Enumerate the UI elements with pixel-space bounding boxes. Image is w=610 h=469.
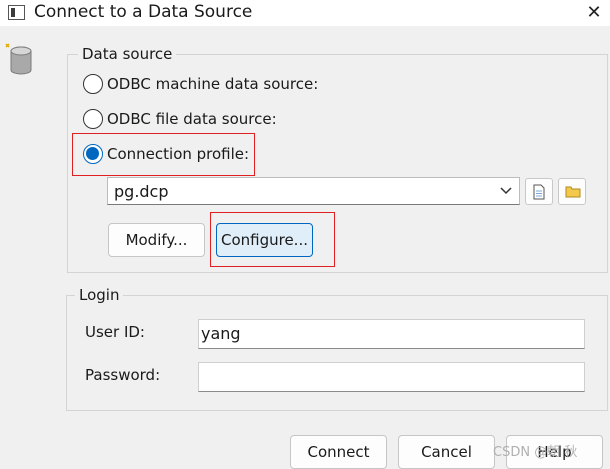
user-id-field[interactable]: yang <box>198 319 585 349</box>
close-icon[interactable]: ✕ <box>578 0 610 26</box>
radio-odbc-file[interactable]: ODBC file data source: <box>83 107 277 131</box>
radio-odbc-machine[interactable]: ODBC machine data source: <box>83 72 318 96</box>
new-profile-button[interactable] <box>525 178 553 205</box>
watermark: CSDN @朝 秋 <box>493 445 578 460</box>
password-field[interactable] <box>198 362 585 392</box>
open-profile-button[interactable] <box>558 178 586 205</box>
login-group <box>66 295 608 411</box>
cancel-button[interactable]: Cancel <box>398 435 495 469</box>
configure-button[interactable]: Configure... <box>216 223 313 257</box>
radio-button[interactable] <box>83 109 103 129</box>
radio-button[interactable] <box>83 144 103 164</box>
radio-label: ODBC machine data source: <box>107 75 319 93</box>
modify-button[interactable]: Modify... <box>108 223 205 257</box>
radio-label: Connection profile: <box>107 145 250 163</box>
database-icon <box>5 43 32 75</box>
radio-connection-profile[interactable]: Connection profile: <box>83 142 249 166</box>
login-legend: Login <box>75 286 124 304</box>
new-document-icon <box>533 184 545 200</box>
chevron-down-icon[interactable] <box>499 181 513 201</box>
folder-icon <box>565 186 581 198</box>
window-title: Connect to a Data Source <box>34 2 253 22</box>
data-source-legend: Data source <box>78 45 177 63</box>
profile-select-value: pg.dcp <box>114 182 169 201</box>
password-label: Password: <box>85 366 161 384</box>
radio-button[interactable] <box>83 74 103 94</box>
window-app-icon <box>8 5 25 20</box>
title-bar: Connect to a Data Source ✕ <box>0 0 610 26</box>
radio-label: ODBC file data source: <box>107 110 277 128</box>
user-id-label: User ID: <box>85 323 145 341</box>
profile-select[interactable]: pg.dcp <box>107 177 520 205</box>
connect-button[interactable]: Connect <box>290 435 387 469</box>
